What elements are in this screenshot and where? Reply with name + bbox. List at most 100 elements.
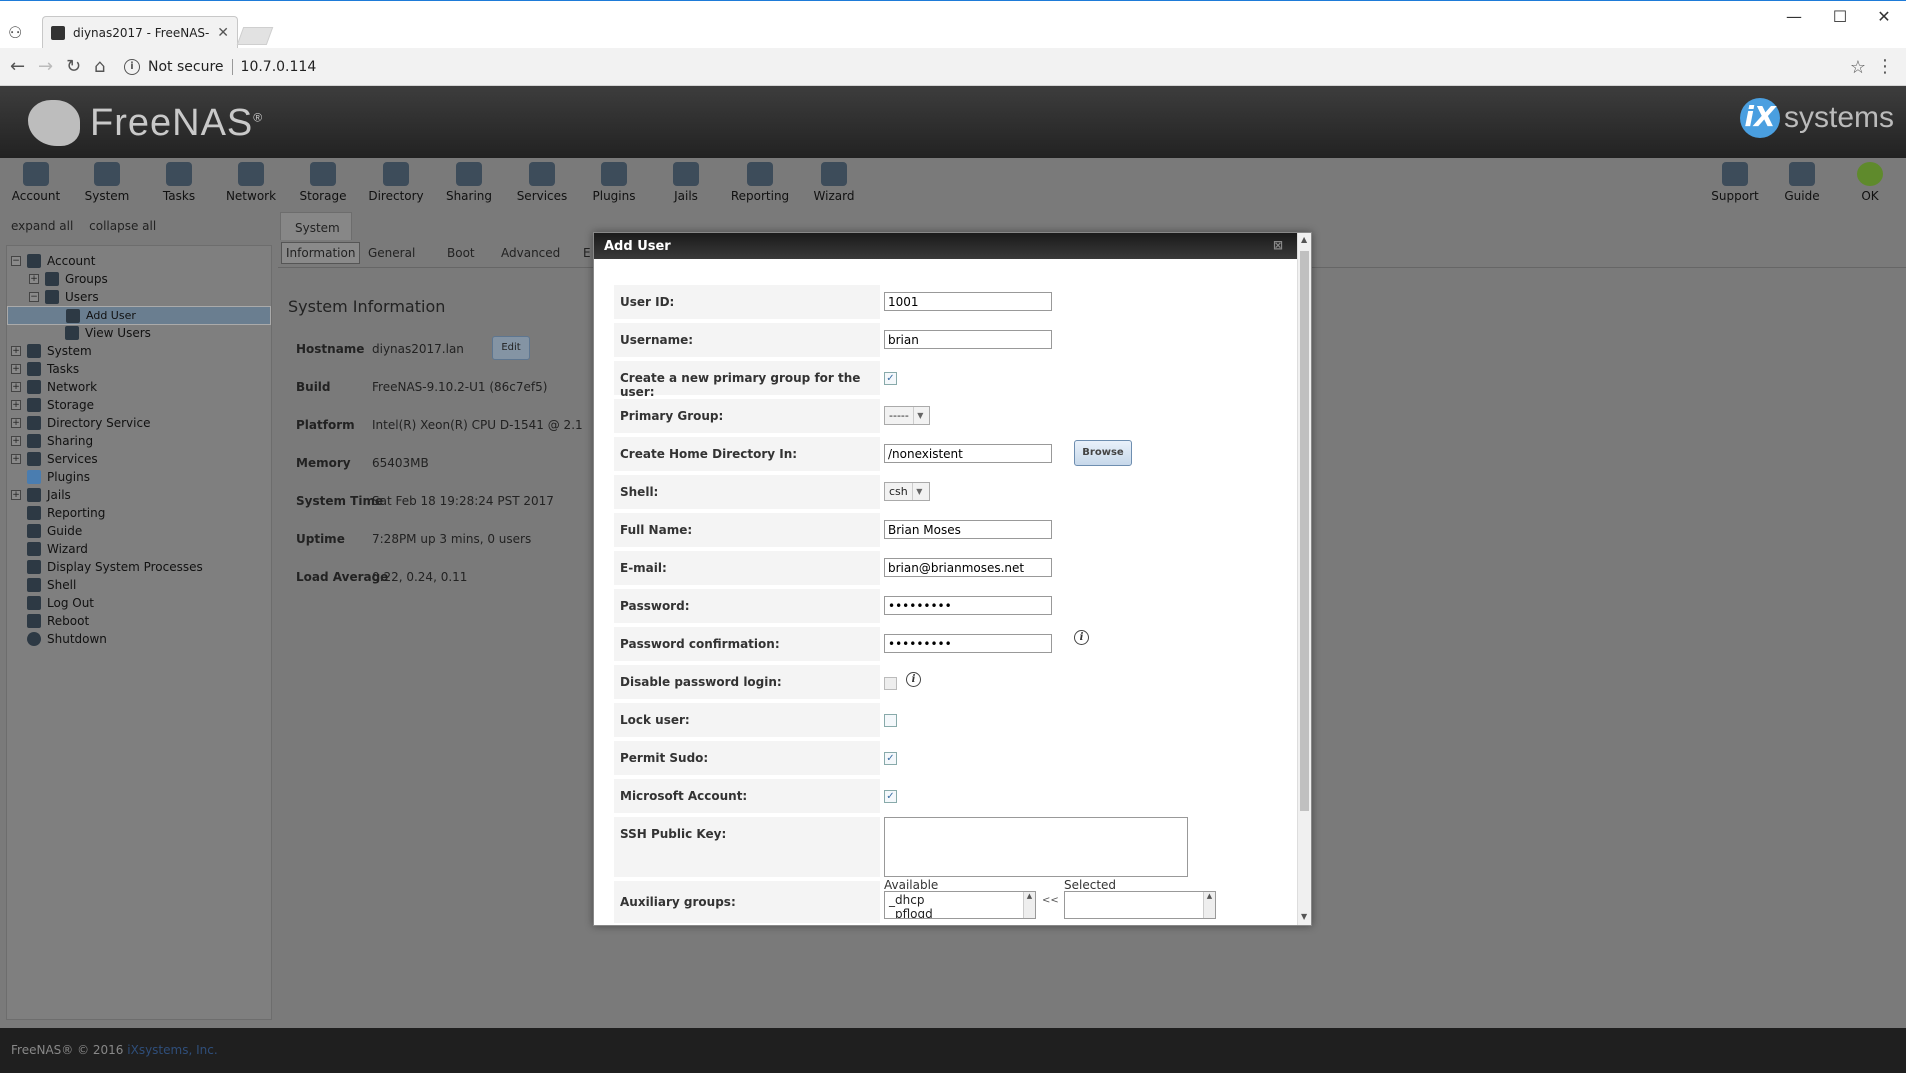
scroll-down-icon[interactable]: ▼ xyxy=(1301,912,1307,921)
username-input[interactable] xyxy=(884,330,1052,349)
sidebar-item-groups[interactable]: + Groups xyxy=(29,270,108,288)
tree-toggle[interactable]: + xyxy=(11,382,21,392)
tree-toggle[interactable]: + xyxy=(11,436,21,446)
maximize-icon[interactable]: ☐ xyxy=(1820,7,1860,26)
tree-toggle[interactable]: + xyxy=(11,418,21,428)
toolbar-tasks[interactable]: Tasks xyxy=(146,162,212,203)
tree-toggle[interactable]: − xyxy=(29,292,39,302)
sidebar-item-directory-service[interactable]: + Directory Service xyxy=(11,414,150,432)
toolbar-system[interactable]: System xyxy=(74,162,140,203)
footer-vendor-link[interactable]: iXsystems, Inc. xyxy=(127,1043,217,1057)
toolbar-alert-ok[interactable]: OK xyxy=(1837,162,1903,203)
sidebar-item-jails[interactable]: + Jails xyxy=(11,486,71,504)
sidebar-item-plugins[interactable]: Plugins xyxy=(27,468,90,486)
toolbar-reporting[interactable]: Reporting xyxy=(727,162,793,203)
browse-button[interactable]: Browse xyxy=(1074,440,1132,466)
toolbar-sharing[interactable]: Sharing xyxy=(436,162,502,203)
dialog-close-icon[interactable]: ⊠ xyxy=(1273,238,1283,252)
tree-toggle[interactable]: − xyxy=(11,256,21,266)
back-icon[interactable]: ← xyxy=(10,56,25,77)
sidebar-item-logout[interactable]: Log Out xyxy=(27,594,94,612)
scroll-up-icon[interactable]: ▲ xyxy=(1301,235,1307,244)
toolbar-guide[interactable]: Guide xyxy=(1769,162,1835,203)
user-id-input[interactable] xyxy=(884,292,1052,311)
close-window-icon[interactable]: ✕ xyxy=(1864,7,1904,26)
browser-tab[interactable]: diynas2017 - FreeNAS-9 ✕ xyxy=(42,16,238,49)
email-input[interactable] xyxy=(884,558,1052,577)
tree-toggle[interactable]: + xyxy=(29,274,39,284)
sidebar-item-network[interactable]: + Network xyxy=(11,378,97,396)
sidebar-item-services[interactable]: + Services xyxy=(11,450,98,468)
hostname-edit-button[interactable]: Edit xyxy=(492,336,530,360)
sidebar-item-shutdown[interactable]: Shutdown xyxy=(27,630,107,648)
sidebar-item-sharing[interactable]: + Sharing xyxy=(11,432,93,450)
sidebar-item-wizard[interactable]: Wizard xyxy=(27,540,88,558)
bookmark-star-icon[interactable]: ☆ xyxy=(1850,57,1866,78)
subtab-more[interactable]: E xyxy=(583,246,591,260)
tree-toggle[interactable]: + xyxy=(11,364,21,374)
tab-system[interactable]: System xyxy=(280,212,352,240)
sidebar-item-view-users[interactable]: View Users xyxy=(65,324,151,342)
toolbar-network[interactable]: Network xyxy=(218,162,284,203)
tree-toggle[interactable]: + xyxy=(11,454,21,464)
ssh-key-textarea[interactable] xyxy=(884,817,1188,877)
lock-user-checkbox[interactable] xyxy=(884,714,897,727)
list-item[interactable]: _pflogd xyxy=(889,907,1031,918)
create-group-checkbox[interactable]: ✓ xyxy=(884,372,897,385)
sidebar-item-add-user[interactable]: Add User xyxy=(7,306,271,325)
dialog-scrollbar[interactable]: ▲ ▼ xyxy=(1297,233,1311,925)
tab-close-icon[interactable]: ✕ xyxy=(217,25,229,41)
sidebar-item-tasks[interactable]: + Tasks xyxy=(11,360,79,378)
tree-toggle[interactable]: + xyxy=(11,490,21,500)
toolbar-jails[interactable]: Jails xyxy=(653,162,719,203)
password-help-icon[interactable]: i xyxy=(1074,630,1089,645)
browser-menu-icon[interactable]: ⋮ xyxy=(1876,56,1894,77)
omnibox[interactable]: i Not secure 10.7.0.114 xyxy=(124,54,1834,80)
disable-password-help-icon[interactable]: i xyxy=(906,672,921,687)
toolbar-account[interactable]: Account xyxy=(3,162,69,203)
permit-sudo-checkbox[interactable]: ✓ xyxy=(884,752,897,765)
subtab-boot[interactable]: Boot xyxy=(447,246,475,260)
full-name-input[interactable] xyxy=(884,520,1052,539)
new-tab-button[interactable] xyxy=(236,27,274,45)
scrollbar-thumb[interactable] xyxy=(1300,251,1309,811)
list-scrollbar[interactable]: ▲ xyxy=(1203,892,1215,918)
list-scrollbar[interactable]: ▲ xyxy=(1023,892,1035,918)
disable-password-checkbox[interactable] xyxy=(884,677,897,690)
list-item[interactable]: _dhcp xyxy=(889,893,1031,907)
toolbar-directory[interactable]: Directory xyxy=(363,162,429,203)
home-dir-input[interactable] xyxy=(884,444,1052,463)
url-text[interactable]: 10.7.0.114 xyxy=(241,59,317,75)
subtab-advanced[interactable]: Advanced xyxy=(501,246,560,260)
reload-icon[interactable]: ↻ xyxy=(66,56,81,77)
sidebar-item-storage[interactable]: + Storage xyxy=(11,396,94,414)
home-icon[interactable]: ⌂ xyxy=(94,56,105,77)
forward-icon[interactable]: → xyxy=(38,56,53,77)
sidebar-item-reporting[interactable]: Reporting xyxy=(27,504,105,522)
sidebar-item-guide[interactable]: Guide xyxy=(27,522,82,540)
sidebar-item-system[interactable]: + System xyxy=(11,342,92,360)
sidebar-item-users[interactable]: − Users xyxy=(29,288,99,306)
sidebar-item-reboot[interactable]: Reboot xyxy=(27,612,89,630)
sidebar-item-account[interactable]: − Account xyxy=(11,252,95,270)
toolbar-services[interactable]: Services xyxy=(509,162,575,203)
expand-all-link[interactable]: expand all xyxy=(11,219,73,233)
tree-toggle[interactable]: + xyxy=(11,400,21,410)
collapse-all-link[interactable]: collapse all xyxy=(89,219,156,233)
subtab-general[interactable]: General xyxy=(368,246,415,260)
available-groups-list[interactable]: _dhcp _pflogd ▲ xyxy=(884,891,1036,919)
primary-group-select[interactable]: ----- ▼ xyxy=(884,406,930,425)
move-left-button[interactable]: << xyxy=(1042,895,1059,906)
password-confirm-input[interactable] xyxy=(884,634,1052,653)
toolbar-plugins[interactable]: Plugins xyxy=(581,162,647,203)
tree-toggle[interactable]: + xyxy=(11,346,21,356)
toolbar-wizard[interactable]: Wizard xyxy=(801,162,867,203)
minimize-icon[interactable]: — xyxy=(1774,7,1814,26)
shell-select[interactable]: csh ▼ xyxy=(884,482,930,501)
sidebar-item-shell[interactable]: Shell xyxy=(27,576,76,594)
subtab-information[interactable]: Information xyxy=(281,242,361,264)
sidebar-item-display-processes[interactable]: Display System Processes xyxy=(27,558,203,576)
selected-groups-list[interactable]: ▲ xyxy=(1064,891,1216,919)
site-info-icon[interactable]: i xyxy=(124,59,140,75)
microsoft-account-checkbox[interactable]: ✓ xyxy=(884,790,897,803)
